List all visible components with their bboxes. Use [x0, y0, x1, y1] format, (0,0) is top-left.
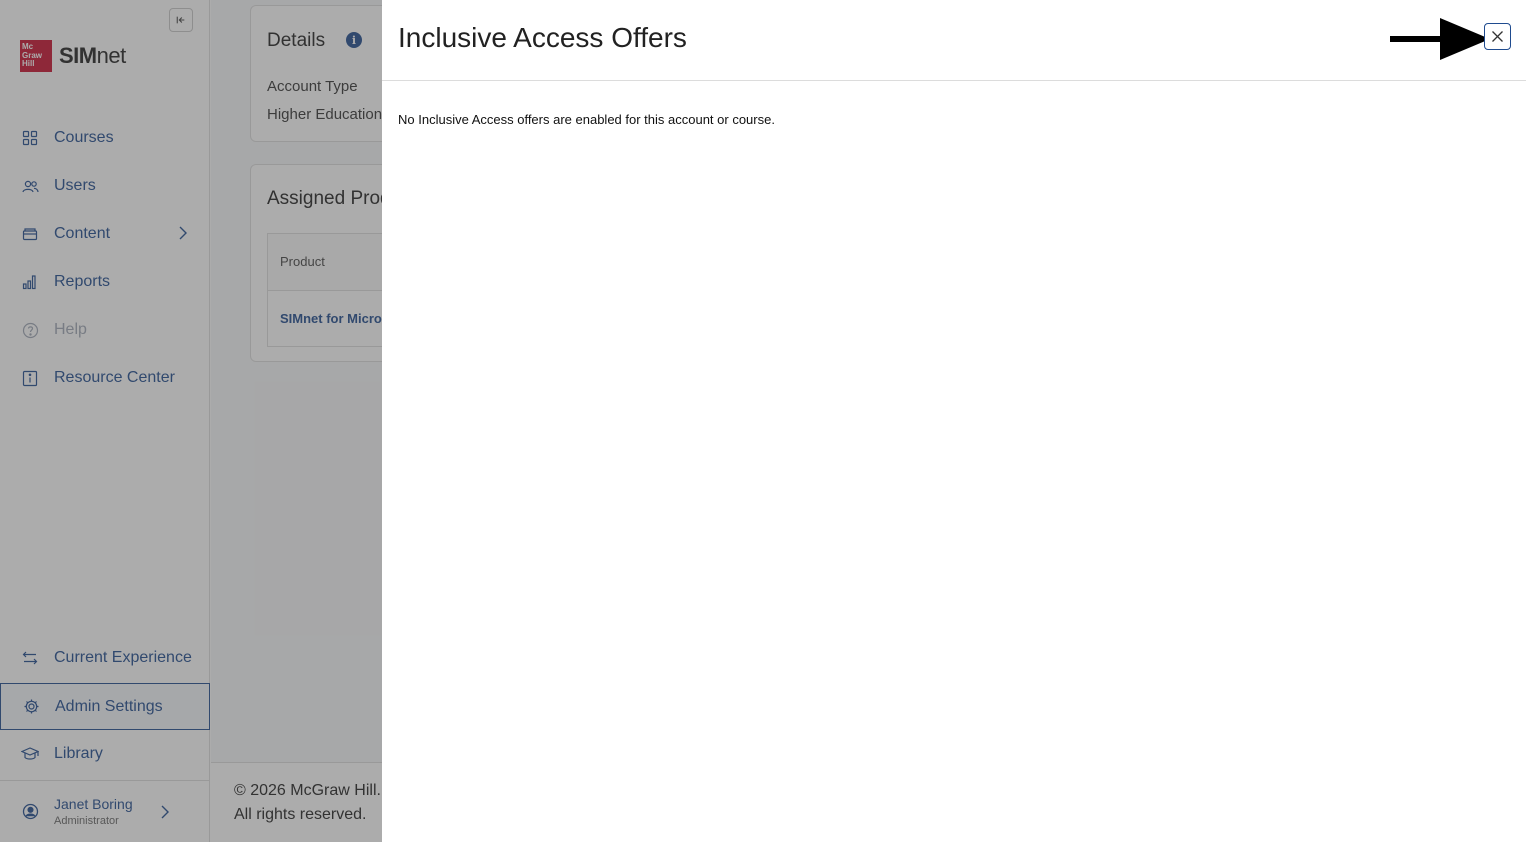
close-button[interactable] [1484, 23, 1511, 50]
dialog-header: Inclusive Access Offers [382, 0, 1526, 81]
empty-state-message: No Inclusive Access offers are enabled f… [398, 112, 775, 127]
pointer-arrow-icon [1390, 18, 1490, 60]
dialog-title: Inclusive Access Offers [398, 22, 687, 53]
close-icon [1492, 31, 1503, 42]
inclusive-access-dialog: Inclusive Access Offers No Inclusive Acc… [382, 0, 1526, 842]
